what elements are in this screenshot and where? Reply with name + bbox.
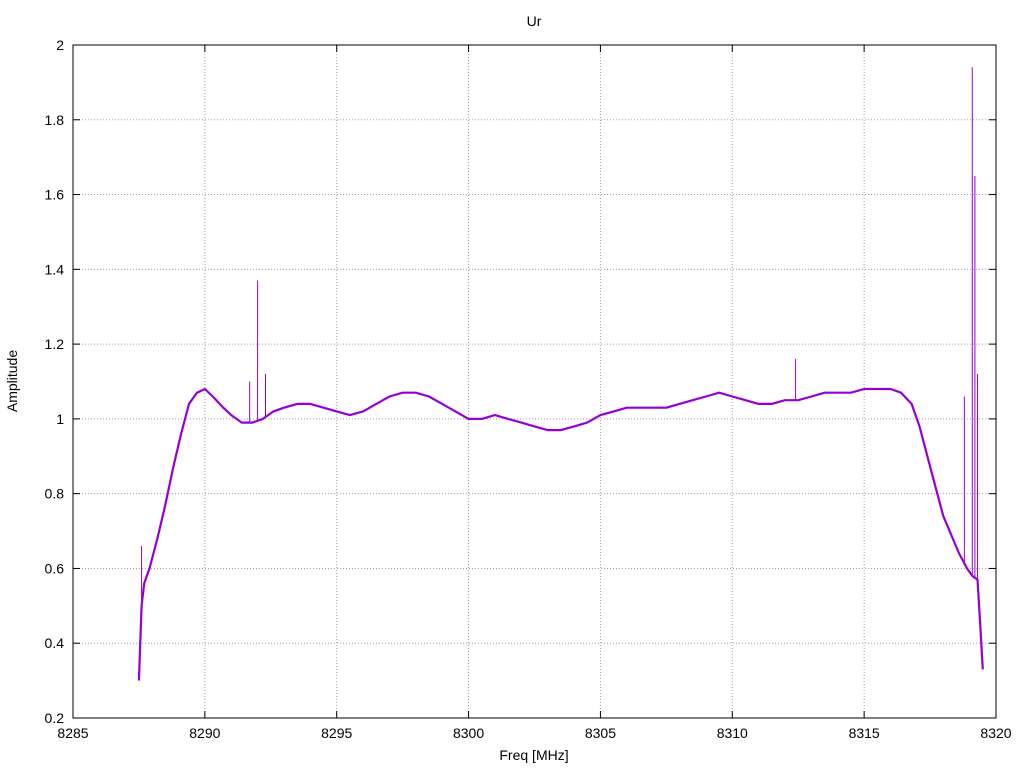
- y-tick-label: 1.8: [45, 112, 65, 128]
- x-tick-label: 8295: [321, 725, 352, 741]
- y-tick-label: 1: [56, 411, 64, 427]
- y-tick-label: 2: [56, 37, 64, 53]
- grid: [73, 45, 996, 718]
- y-tick-label: 1.6: [45, 187, 65, 203]
- axis-ticks: [72, 44, 997, 719]
- chart-title: Ur: [527, 13, 542, 29]
- series-line: [137, 387, 984, 681]
- y-tick-label: 0.2: [45, 710, 65, 726]
- y-axis-title: Amplitude: [4, 350, 20, 412]
- x-tick-label: 8320: [980, 725, 1011, 741]
- plot-frame: [72, 44, 997, 719]
- x-tick-label: 8305: [585, 725, 616, 741]
- y-tick-label: 1.2: [45, 336, 65, 352]
- x-tick-label: 8290: [189, 725, 220, 741]
- y-tick-label: 0.8: [45, 486, 65, 502]
- y-tick-label: 0.6: [45, 560, 65, 576]
- y-tick-label: 0.4: [45, 635, 65, 651]
- line-chart: 8285 8290 8295 8300 8305 8310 8315 8320 0.2 0.4 0.…: [4, 13, 1012, 763]
- x-tick-label: 8300: [453, 725, 484, 741]
- y-tick-label: 1.4: [45, 261, 65, 277]
- series-layer: [137, 67, 984, 681]
- x-tick-label: 8315: [849, 725, 880, 741]
- x-axis-title: Freq [MHz]: [499, 747, 568, 763]
- x-tick-label: 8285: [57, 725, 88, 741]
- x-tick-label: 8310: [717, 725, 748, 741]
